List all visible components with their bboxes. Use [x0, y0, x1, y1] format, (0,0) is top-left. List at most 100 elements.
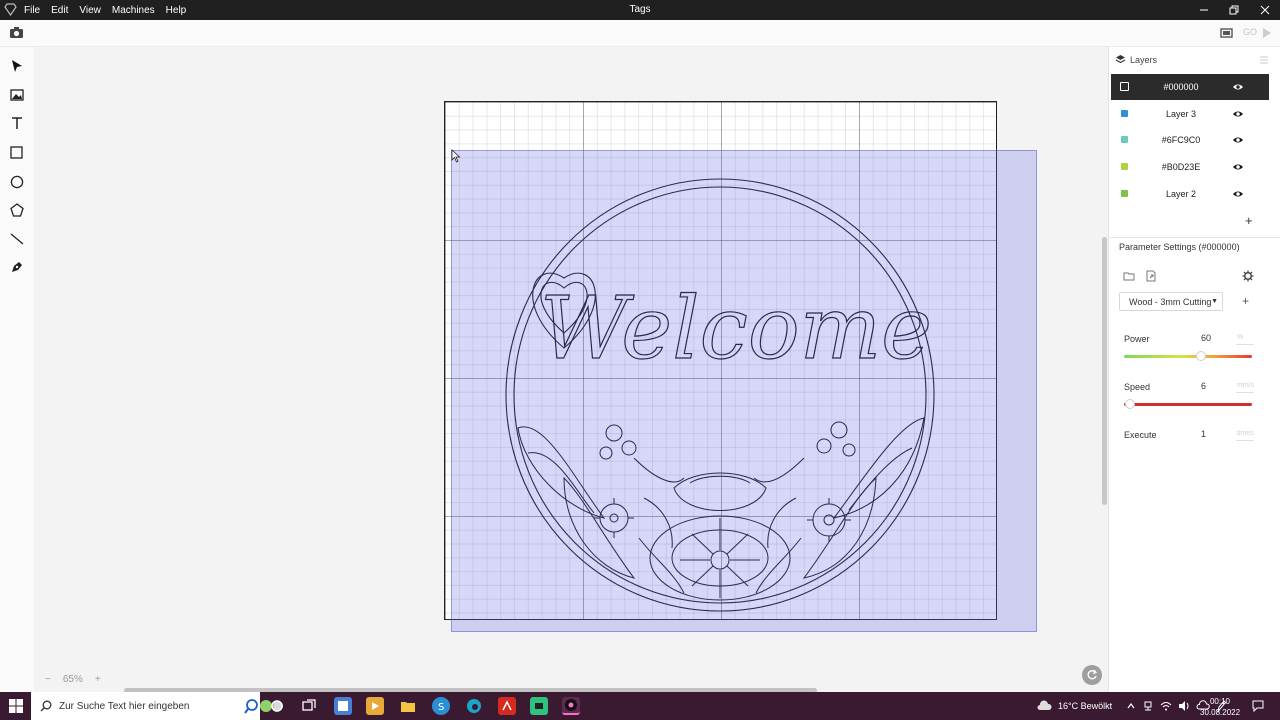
execute-input-underline	[1236, 440, 1254, 441]
ellipse-icon	[10, 175, 23, 188]
app-window-icon	[338, 701, 348, 711]
weather-text[interactable]: 16°C Bewölkt	[1058, 701, 1112, 711]
rectangle-tool[interactable]	[7, 143, 26, 162]
panel-options-icon[interactable]	[1259, 55, 1269, 65]
taskbar-app-media[interactable]	[366, 697, 384, 715]
eye-icon[interactable]	[1232, 189, 1244, 199]
task-view-icon[interactable]	[300, 697, 318, 715]
window-title: Tags	[629, 4, 651, 15]
play-media-icon	[372, 702, 379, 710]
system-clock[interactable]: 00:10 30.08.2022	[1200, 696, 1240, 718]
title-bar: File Edit View Machines Help Tags	[0, 0, 1280, 20]
line-tool[interactable]	[7, 229, 26, 248]
add-layer-button[interactable]: +	[1245, 213, 1253, 228]
taskbar-app-laser-software-active[interactable]	[562, 697, 580, 715]
image-tool[interactable]	[7, 85, 26, 104]
zoom-out-button[interactable]: −	[45, 674, 51, 685]
taskbar-app-explorer[interactable]	[399, 697, 417, 715]
polygon-tool[interactable]	[7, 200, 26, 219]
power-slider[interactable]	[1124, 355, 1252, 358]
power-input[interactable]: 60	[1201, 333, 1211, 343]
layer-name: #B0D23E	[1161, 162, 1201, 172]
minimize-icon	[1200, 9, 1208, 11]
speed-slider[interactable]	[1124, 403, 1252, 406]
welcome-sign-design[interactable]: Welcome	[504, 178, 936, 612]
folder-icon[interactable]	[1123, 270, 1135, 282]
execute-input[interactable]: 1	[1201, 429, 1206, 439]
speed-slider-knob[interactable]	[1125, 399, 1135, 409]
system-tray: 16°C Bewölkt	[1036, 692, 1227, 720]
eye-icon[interactable]	[1232, 82, 1244, 92]
taskbar-app-edge[interactable]	[465, 697, 483, 715]
taskbar-app-cricut[interactable]	[530, 697, 548, 715]
taskbar-app-calculator[interactable]	[334, 697, 352, 715]
layer-item-000000[interactable]: #000000	[1111, 74, 1269, 100]
layers-icon	[1115, 55, 1126, 64]
layer-item-6fc9c0[interactable]: #6FC9C0	[1111, 127, 1269, 153]
reset-view-button[interactable]	[1082, 665, 1102, 685]
zoom-controls: − 65% +	[45, 674, 101, 685]
canvas-area[interactable]: Welcome − 65% +	[34, 47, 1108, 692]
minimize-button[interactable]	[1189, 0, 1219, 20]
eye-icon[interactable]	[1232, 135, 1244, 145]
layer-color-swatch	[1121, 136, 1128, 143]
network-icon[interactable]	[1142, 700, 1154, 712]
tool-sidebar	[0, 47, 34, 692]
rectangle-icon	[10, 146, 23, 159]
preview-icon[interactable]	[1220, 27, 1234, 39]
eye-icon[interactable]	[1232, 109, 1244, 119]
speed-input[interactable]: 6	[1201, 381, 1206, 391]
edge-icon	[467, 699, 481, 713]
welcome-text: Welcome	[540, 279, 932, 379]
layer-item-layer-3[interactable]: Layer 3	[1111, 101, 1269, 127]
layer-item-b0d23e[interactable]: #B0D23E	[1111, 154, 1269, 180]
taskbar-app-acrobat[interactable]	[498, 697, 516, 715]
taskbar-app-skype[interactable]: S	[432, 697, 450, 715]
play-icon[interactable]	[1262, 27, 1272, 39]
layer-color-swatch	[1121, 190, 1128, 197]
chevron-up-icon[interactable]	[1126, 701, 1136, 711]
search-placeholder: Zur Suche Text hier eingeben	[59, 701, 190, 712]
image-icon	[9, 88, 24, 101]
speed-unit: mm/s	[1237, 382, 1255, 389]
notification-icon[interactable]	[1252, 700, 1264, 712]
restore-button[interactable]	[1219, 0, 1249, 20]
volume-icon[interactable]	[1178, 700, 1190, 712]
preset-select[interactable]: Wood - 3mm Cutting ▼	[1119, 292, 1223, 311]
go-button[interactable]: GO	[1243, 27, 1257, 37]
export-icon[interactable]	[1145, 270, 1157, 282]
execute-label: Execute	[1124, 430, 1157, 440]
refresh-icon	[1087, 669, 1098, 680]
windows-start-icon[interactable]	[9, 699, 23, 713]
wifi-icon[interactable]	[1160, 700, 1172, 712]
folder-icon	[401, 702, 415, 712]
vertical-scrollbar[interactable]	[1102, 237, 1107, 505]
close-button[interactable]	[1250, 0, 1280, 20]
gear-icon[interactable]	[1242, 270, 1254, 282]
power-label: Power	[1124, 334, 1150, 344]
layer-color-swatch	[1120, 82, 1129, 91]
layer-color-swatch	[1121, 110, 1128, 117]
search-icon	[40, 700, 52, 712]
close-icon	[1260, 5, 1270, 15]
cortana-icon[interactable]	[268, 697, 286, 715]
add-preset-button[interactable]: +	[1242, 294, 1249, 308]
zoom-in-button[interactable]: +	[95, 674, 101, 685]
line-icon	[10, 233, 23, 244]
clock-time: 00:10	[1209, 697, 1231, 706]
zoom-level: 65%	[62, 674, 83, 685]
pen-tool[interactable]	[7, 257, 26, 276]
ellipse-tool[interactable]	[7, 172, 26, 191]
text-tool[interactable]	[7, 114, 26, 133]
taskbar-search[interactable]: Zur Suche Text hier eingeben	[31, 692, 283, 720]
speed-label: Speed	[1124, 382, 1151, 392]
select-tool[interactable]	[7, 56, 26, 75]
right-panel: Layers #000000 Layer 3 #6FC9C0 #B0D23E L…	[1108, 47, 1280, 692]
layer-item-layer-2[interactable]: Layer 2	[1111, 181, 1269, 207]
camera-icon[interactable]	[9, 26, 24, 40]
top-toolbar: GO	[0, 20, 1280, 47]
power-slider-knob[interactable]	[1196, 351, 1206, 361]
eye-icon[interactable]	[1232, 162, 1244, 172]
preset-value: Wood - 3mm Cutting	[1129, 297, 1212, 307]
layer-name: #000000	[1163, 82, 1199, 92]
